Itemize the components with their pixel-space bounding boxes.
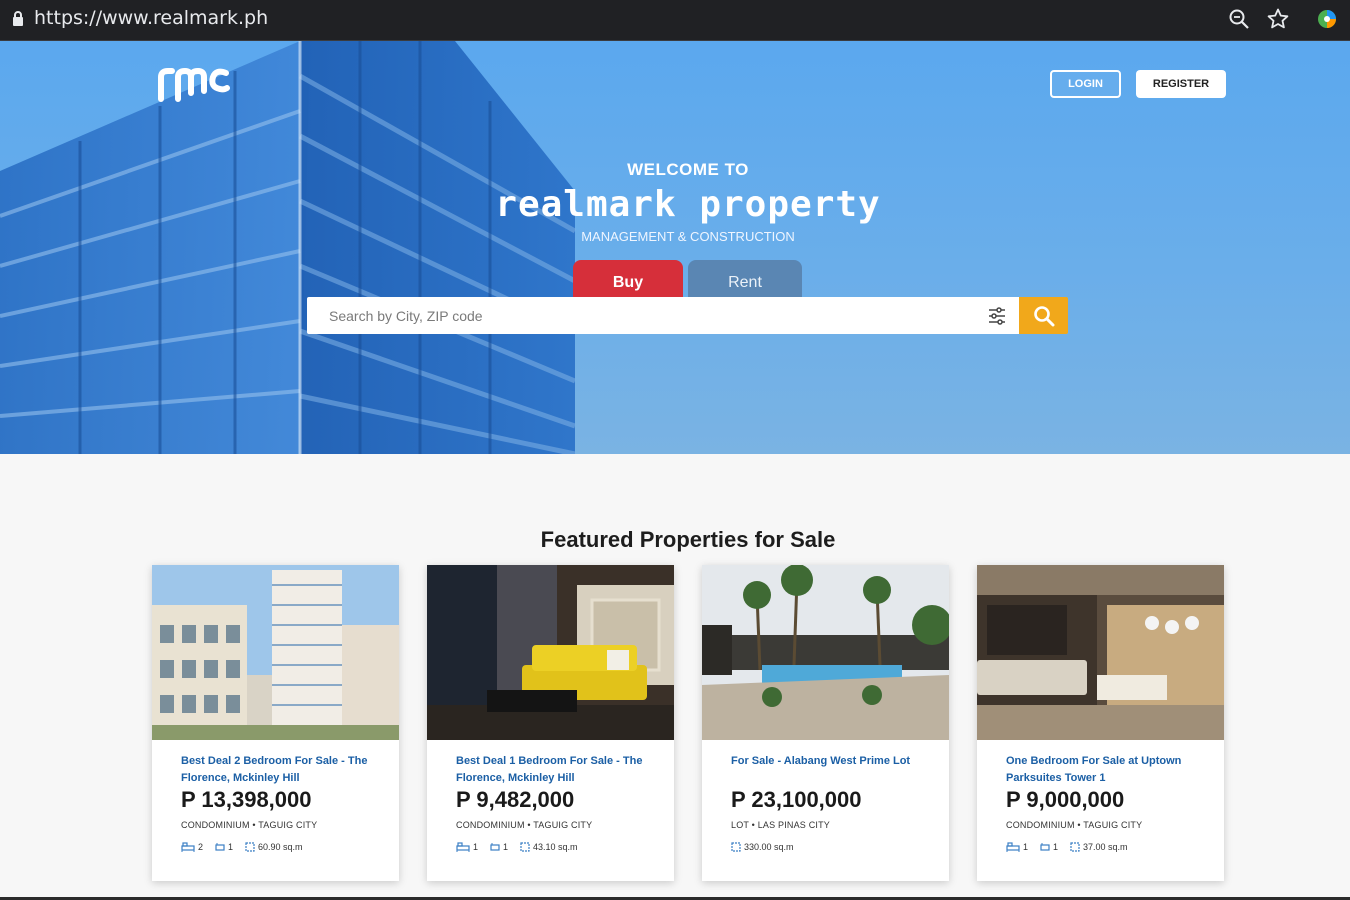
property-photo xyxy=(702,565,949,740)
area-icon xyxy=(520,842,530,852)
floor-area: 330.00 sq.m xyxy=(744,842,794,852)
login-button[interactable]: LOGIN xyxy=(1050,70,1121,98)
filter-icon[interactable] xyxy=(987,306,1007,326)
brand-name: realmark property xyxy=(495,184,881,225)
floor-area: 60.90 sq.m xyxy=(258,842,303,852)
property-card[interactable]: Best Deal 1 Bedroom For Sale - The Flore… xyxy=(427,565,674,881)
bed-icon xyxy=(1006,842,1020,852)
search-bar xyxy=(307,297,1019,334)
property-photo xyxy=(427,565,674,740)
bed-count: 1 xyxy=(473,842,479,852)
property-photo xyxy=(152,565,399,740)
tab-buy[interactable]: Buy xyxy=(573,260,683,300)
bookmark-star-icon[interactable] xyxy=(1266,7,1290,31)
property-title[interactable]: For Sale - Alabang West Prime Lot xyxy=(731,753,926,770)
floor-area: 37.00 sq.m xyxy=(1083,842,1128,852)
floor-area: 43.10 sq.m xyxy=(533,842,578,852)
welcome-heading: WELCOME TO xyxy=(627,160,749,179)
property-type: CONDOMINIUM • TAGUIG CITY xyxy=(181,820,318,830)
property-price: P 13,398,000 xyxy=(181,787,312,812)
area-icon xyxy=(245,842,255,852)
bath-icon xyxy=(215,843,225,851)
property-specs: 330.00 sq.m xyxy=(731,842,802,852)
property-title[interactable]: Best Deal 1 Bedroom For Sale - The Flore… xyxy=(456,753,651,787)
hero-banner: LOGIN REGISTER WELCOME TO realmark prope… xyxy=(0,41,1350,454)
area-icon xyxy=(731,842,741,852)
zoom-icon[interactable] xyxy=(1228,8,1250,30)
search-button[interactable] xyxy=(1019,297,1068,334)
tagline: MANAGEMENT & CONSTRUCTION xyxy=(581,229,795,244)
property-photo xyxy=(977,565,1224,740)
area-icon xyxy=(1070,842,1080,852)
bath-count: 1 xyxy=(1053,842,1059,852)
property-type: CONDOMINIUM • TAGUIG CITY xyxy=(456,820,593,830)
property-specs: 1 1 43.10 sq.m xyxy=(456,842,586,852)
property-card[interactable]: For Sale - Alabang West Prime Lot P 23,1… xyxy=(702,565,949,881)
tab-rent[interactable]: Rent xyxy=(688,260,802,300)
bed-icon xyxy=(181,842,195,852)
search-input[interactable] xyxy=(329,297,969,334)
property-title[interactable]: One Bedroom For Sale at Uptown Parksuite… xyxy=(1006,753,1201,787)
rmc-logo[interactable] xyxy=(158,63,230,103)
extension-icon[interactable] xyxy=(1316,8,1338,30)
property-price: P 23,100,000 xyxy=(731,787,862,812)
property-type: CONDOMINIUM • TAGUIG CITY xyxy=(1006,820,1143,830)
property-card[interactable]: One Bedroom For Sale at Uptown Parksuite… xyxy=(977,565,1224,881)
browser-toolbar: https://www.realmark.ph xyxy=(0,0,1350,41)
search-icon xyxy=(1034,306,1055,327)
bath-icon xyxy=(1040,843,1050,851)
building-photo xyxy=(0,41,577,454)
property-price: P 9,000,000 xyxy=(1006,787,1125,812)
bed-count: 1 xyxy=(1023,842,1029,852)
bath-count: 1 xyxy=(503,842,509,852)
bath-count: 1 xyxy=(228,842,234,852)
bed-count: 2 xyxy=(198,842,204,852)
address-bar[interactable]: https://www.realmark.ph xyxy=(34,7,268,29)
property-type: LOT • LAS PINAS CITY xyxy=(731,820,831,830)
property-title[interactable]: Best Deal 2 Bedroom For Sale - The Flore… xyxy=(181,753,376,787)
property-specs: 2 1 60.90 sq.m xyxy=(181,842,311,852)
property-specs: 1 1 37.00 sq.m xyxy=(1006,842,1136,852)
property-price: P 9,482,000 xyxy=(456,787,575,812)
featured-title: Featured Properties for Sale xyxy=(540,527,836,552)
bed-icon xyxy=(456,842,470,852)
property-card[interactable]: Best Deal 2 Bedroom For Sale - The Flore… xyxy=(152,565,399,881)
register-button[interactable]: REGISTER xyxy=(1136,70,1226,98)
bath-icon xyxy=(490,843,500,851)
lock-icon xyxy=(13,11,23,26)
